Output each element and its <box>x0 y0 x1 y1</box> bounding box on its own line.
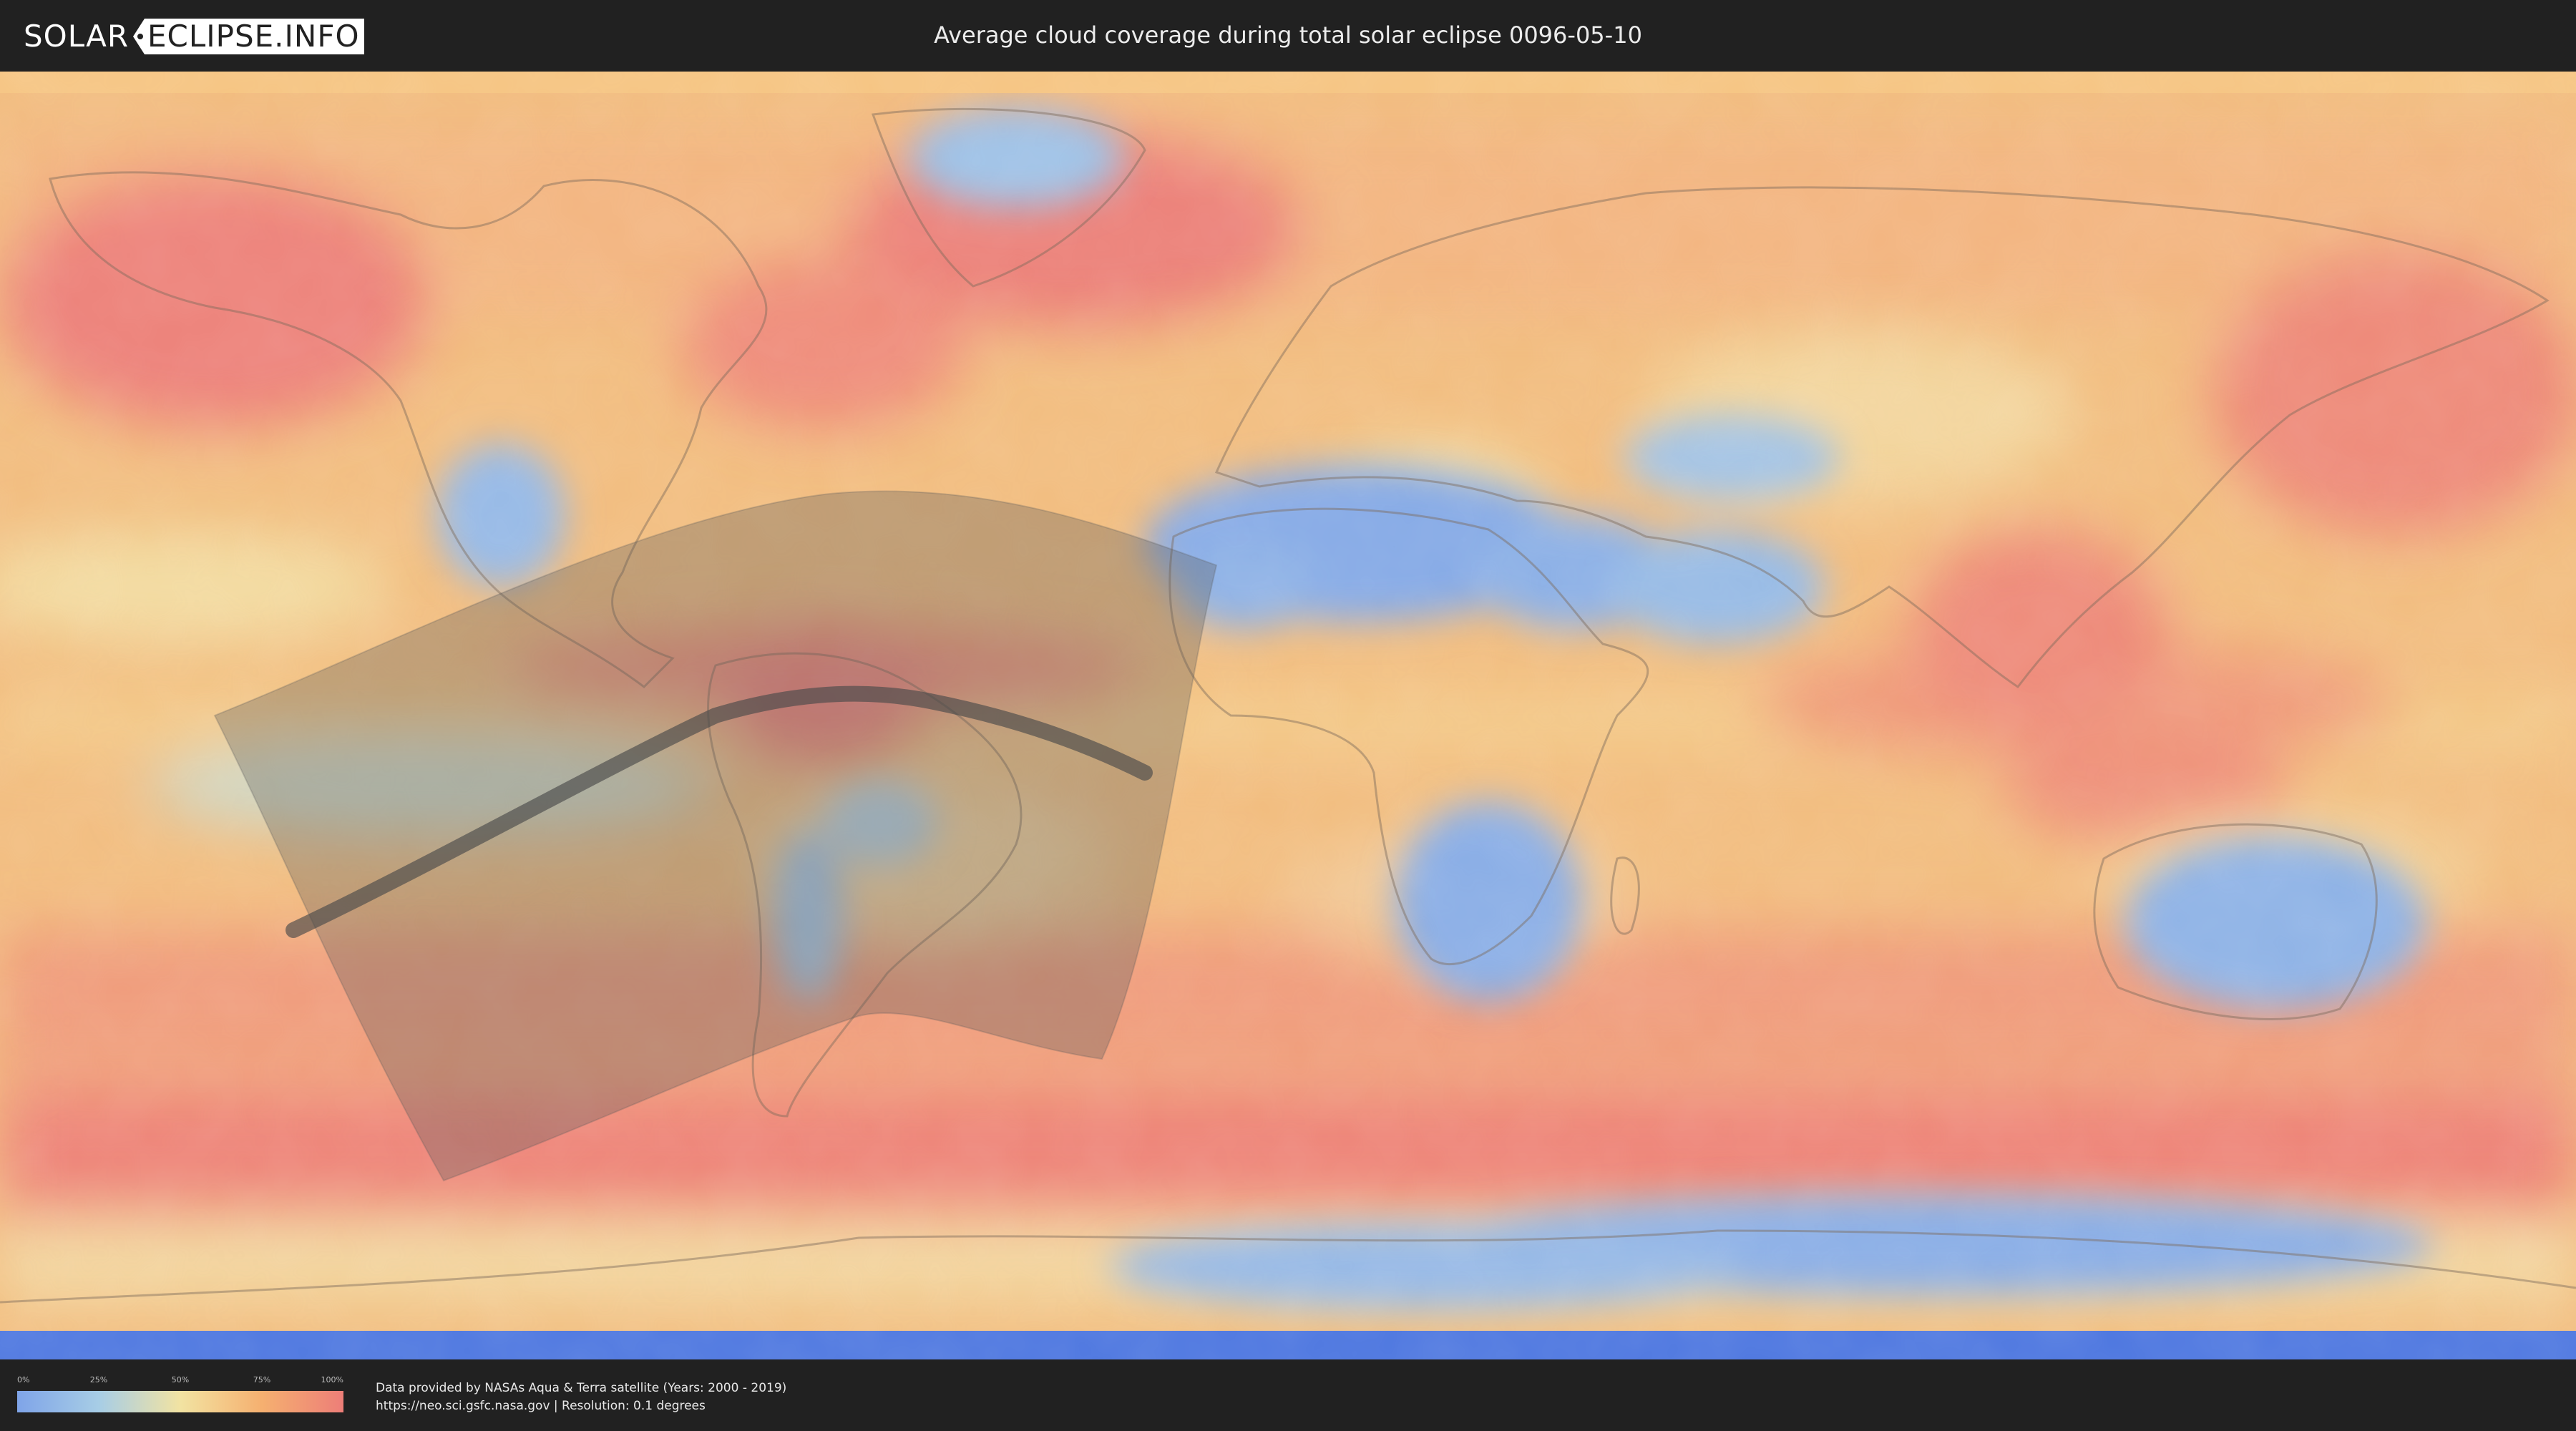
legend-tick-25: 25% <box>89 1375 108 1384</box>
legend-tick-0: 0% <box>17 1375 30 1384</box>
info-line: https://neo.sci.gsfc.nasa.gov | Resoluti… <box>376 1399 706 1413</box>
header-bar: SOLAR ECLIPSE.INFO Average cloud coverag… <box>0 0 2576 72</box>
source-line: Data provided by NASAs Aqua & Terra sate… <box>376 1381 787 1395</box>
screen: SOLAR ECLIPSE.INFO Average cloud coverag… <box>0 0 2576 1431</box>
legend-tick-100: 100% <box>321 1375 343 1384</box>
legend-tick-75: 75% <box>253 1375 271 1384</box>
site-logo[interactable]: SOLAR ECLIPSE.INFO <box>24 19 364 54</box>
legend-color-ramp <box>17 1391 343 1412</box>
logo-text-eclipse: ECLIPSE.INFO <box>145 19 364 54</box>
legend-tick-50: 50% <box>171 1375 190 1384</box>
page-title: Average cloud coverage during total sola… <box>934 21 1642 49</box>
footer-bar: 0% 25% 50% 75% 100% Data provided by NAS… <box>0 1359 2576 1431</box>
logo-text-solar: SOLAR <box>24 19 129 54</box>
eclipse-logo-icon <box>133 19 145 54</box>
data-credit: Data provided by NASAs Aqua & Terra sate… <box>376 1379 786 1415</box>
cloud-coverage-map[interactable] <box>0 72 2576 1359</box>
map-canvas <box>0 72 2576 1359</box>
